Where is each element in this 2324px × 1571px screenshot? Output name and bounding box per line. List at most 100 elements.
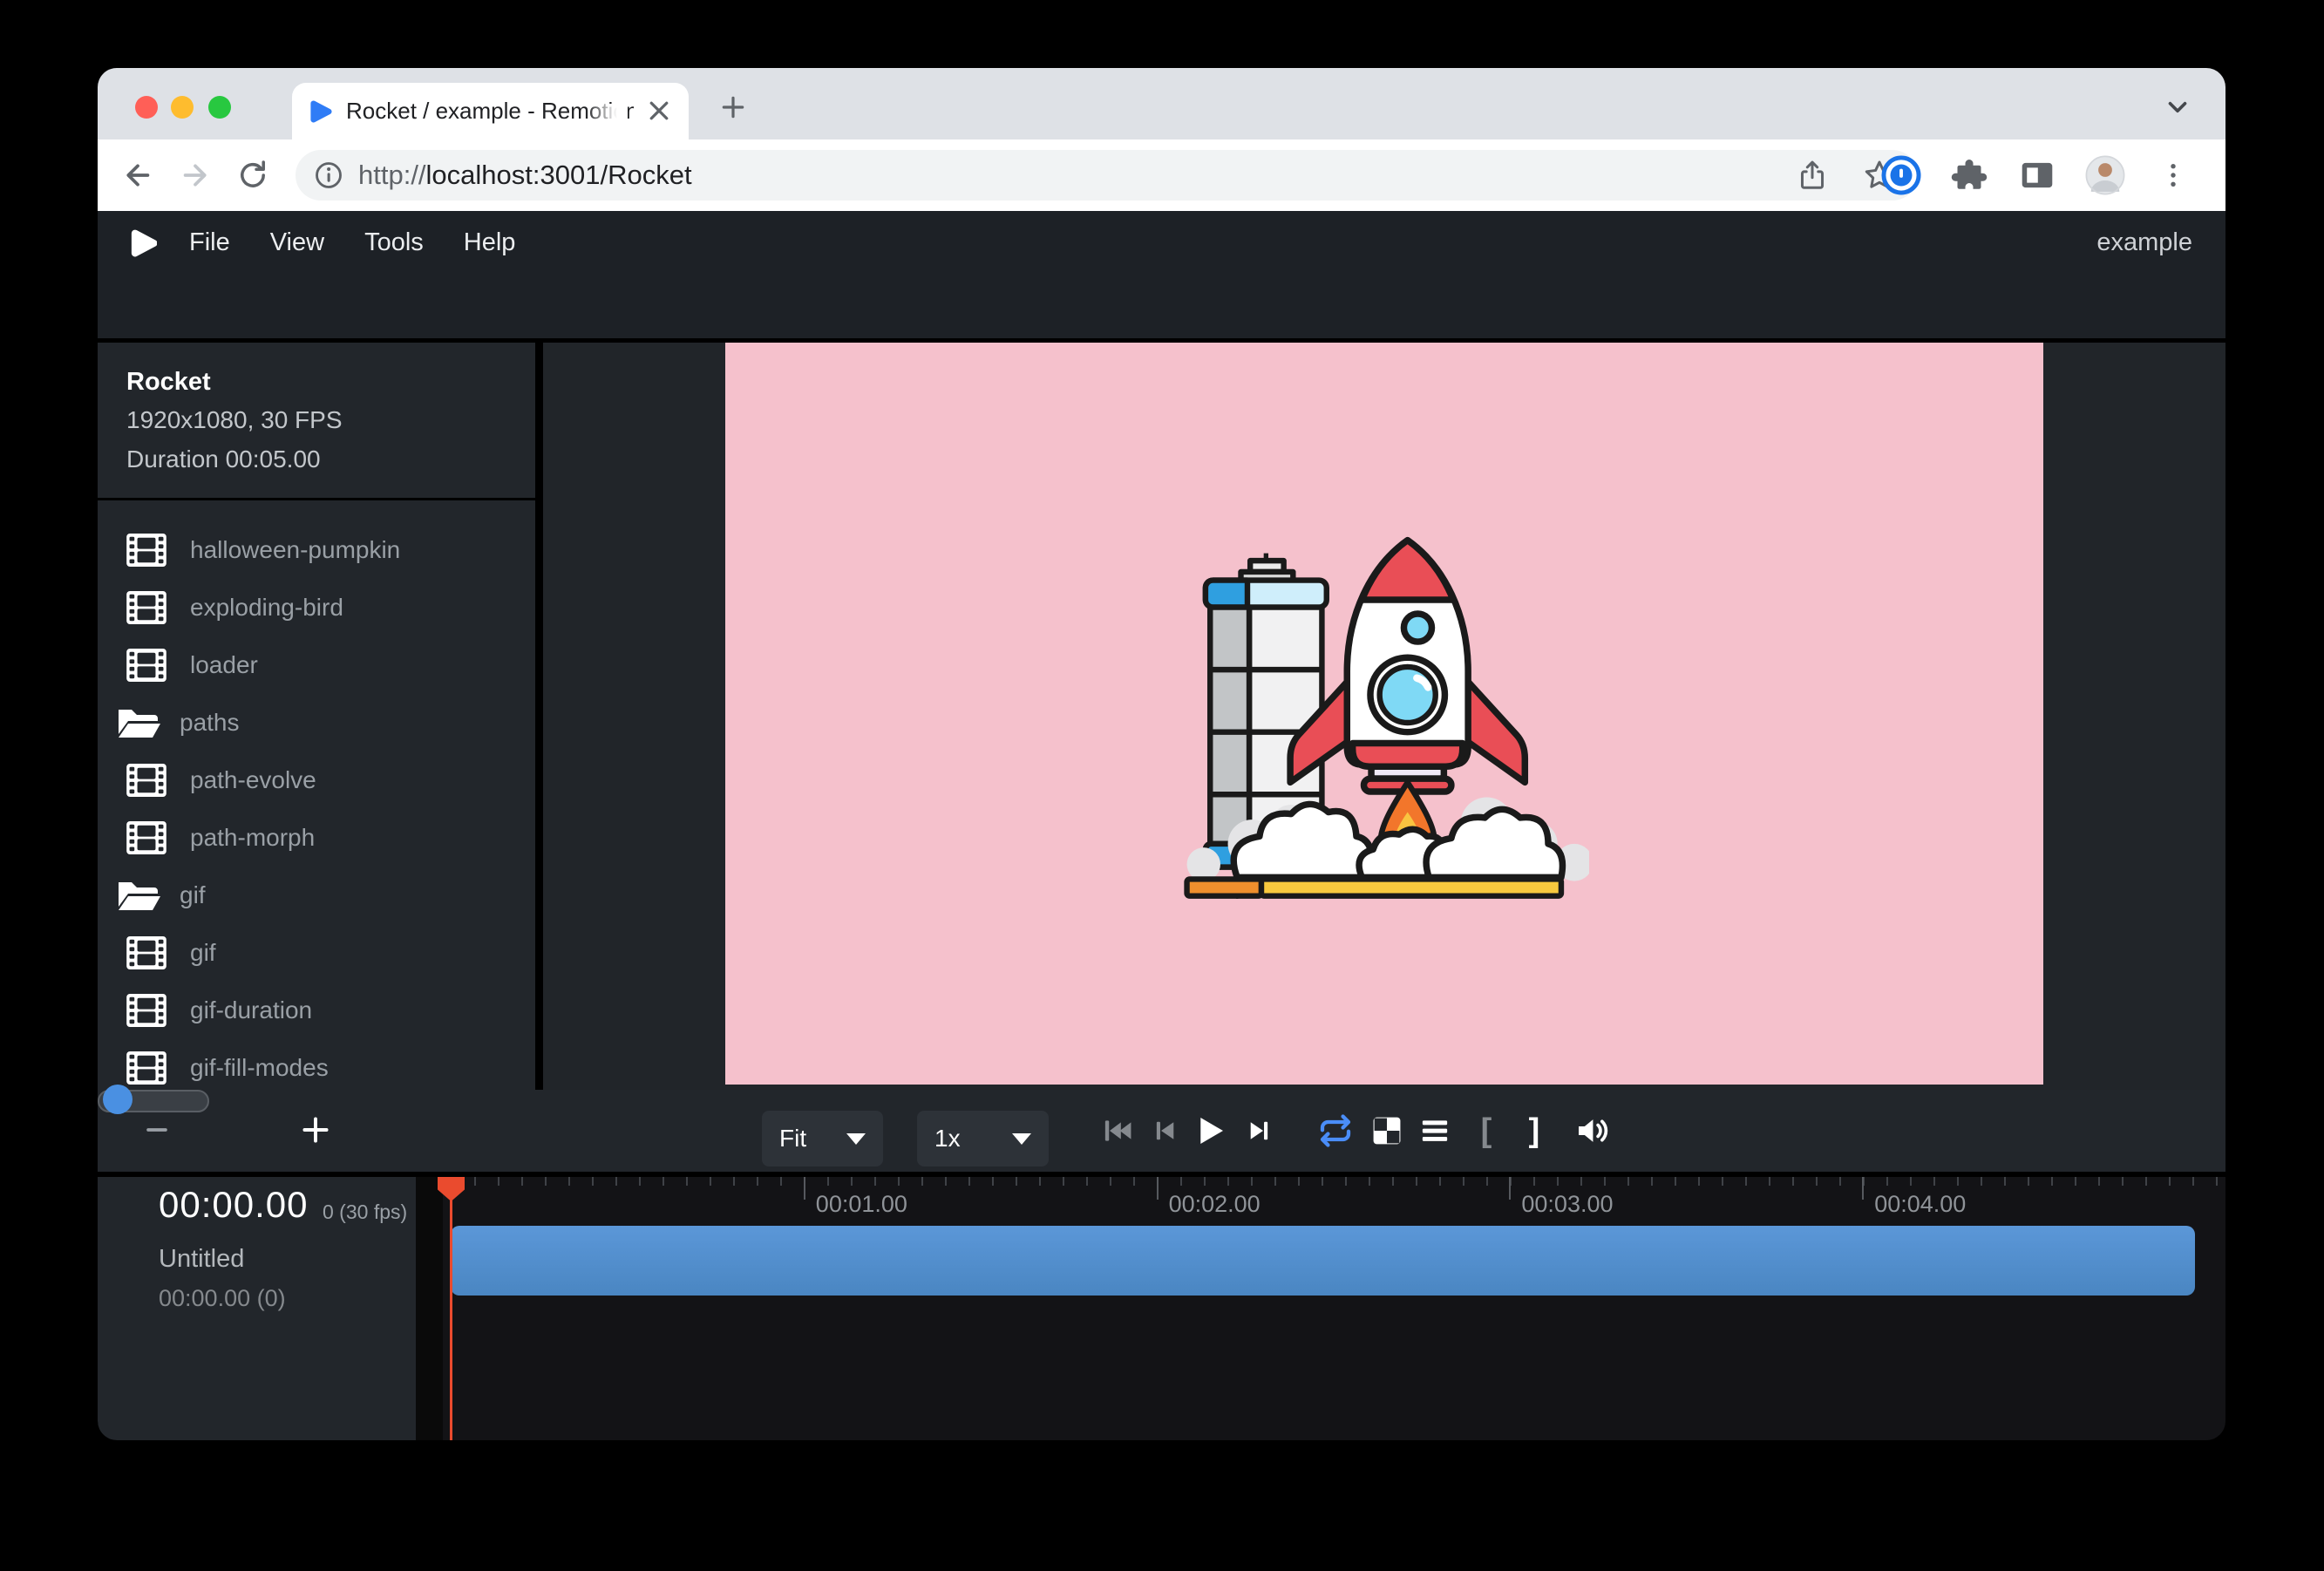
forward-button[interactable] bbox=[171, 151, 220, 200]
play-button[interactable] bbox=[1193, 1113, 1227, 1148]
zoom-in-button[interactable] bbox=[296, 1111, 335, 1149]
page-info-icon[interactable] bbox=[313, 160, 344, 191]
jump-to-start-button[interactable] bbox=[1100, 1113, 1135, 1148]
onepassword-extension-icon[interactable] bbox=[1880, 154, 1922, 196]
composition-label: gif-fill-modes bbox=[190, 1054, 329, 1082]
zoom-out-button[interactable] bbox=[138, 1111, 176, 1149]
sidebar-resize-handle[interactable] bbox=[535, 343, 543, 1090]
browser-tab[interactable]: Rocket / example - Remotion Pr bbox=[292, 83, 689, 139]
film-icon bbox=[126, 821, 166, 854]
rocket-illustration bbox=[1179, 536, 1589, 909]
timeline-ruler[interactable]: 00:01.0000:02.0000:03.0000:04.00 bbox=[443, 1177, 2225, 1224]
composition-label: gif-duration bbox=[190, 996, 312, 1024]
timeline-zoom-slider[interactable] bbox=[98, 1090, 209, 1112]
timeline: 00:00.00 0 (30 fps) Untitled 00:00.00 (0… bbox=[98, 1177, 2225, 1440]
menu-help[interactable]: Help bbox=[444, 211, 536, 275]
composition-duration: Duration 00:05.00 bbox=[126, 439, 535, 479]
loop-toggle-button[interactable] bbox=[1318, 1113, 1353, 1148]
previous-frame-button[interactable] bbox=[1147, 1113, 1182, 1148]
composition-title: Rocket bbox=[126, 364, 535, 400]
composition-label: gif bbox=[180, 881, 206, 909]
composition-label: paths bbox=[180, 709, 240, 737]
tab-close-icon[interactable] bbox=[643, 95, 675, 126]
traffic-light-zoom[interactable] bbox=[208, 96, 231, 119]
track-name[interactable]: Untitled bbox=[159, 1245, 244, 1274]
ruler-second-tick bbox=[1509, 1177, 1511, 1200]
menu-view[interactable]: View bbox=[250, 211, 344, 275]
sidebar-folder-gif[interactable]: gif bbox=[98, 867, 535, 924]
film-icon bbox=[126, 534, 166, 567]
composition-label: path-evolve bbox=[190, 766, 316, 794]
film-icon bbox=[126, 936, 166, 969]
menu-tools[interactable]: Tools bbox=[344, 211, 444, 275]
track-start-label: 00:00.00 (0) bbox=[159, 1285, 286, 1312]
composition-label: gif bbox=[190, 939, 216, 967]
ruler-second-tick bbox=[1862, 1177, 1864, 1200]
zoom-slider-knob[interactable] bbox=[103, 1085, 133, 1114]
chevron-down-icon bbox=[846, 1133, 866, 1145]
sidebar-composition-gif[interactable]: gif bbox=[98, 924, 535, 982]
new-tab-button[interactable] bbox=[718, 92, 748, 122]
film-icon bbox=[126, 764, 166, 797]
ruler-second-tick bbox=[1157, 1177, 1159, 1200]
menu-file[interactable]: File bbox=[169, 211, 250, 275]
transparency-checkerboard-button[interactable] bbox=[1369, 1113, 1404, 1148]
out-point-button[interactable]: ] bbox=[1517, 1113, 1552, 1148]
timeline-track-bar[interactable] bbox=[451, 1226, 2195, 1296]
url-path: localhost:3001/Rocket bbox=[426, 160, 692, 190]
film-icon bbox=[126, 994, 166, 1027]
ruler-second-tick bbox=[804, 1177, 805, 1200]
sidebar-folder-paths[interactable]: paths bbox=[98, 694, 535, 751]
volume-button[interactable] bbox=[1574, 1113, 1609, 1148]
ruler-time-label: 00:03.00 bbox=[1521, 1191, 1613, 1218]
ruler-time-label: 00:01.00 bbox=[816, 1191, 907, 1218]
playback-rate-select[interactable]: 1x bbox=[917, 1111, 1049, 1166]
profile-avatar[interactable] bbox=[2084, 154, 2126, 196]
project-name-label: example bbox=[2096, 228, 2194, 257]
sidebar-composition-halloween-pumpkin[interactable]: halloween-pumpkin bbox=[98, 521, 535, 579]
composition-list: halloween-pumpkin exploding-bird loader … bbox=[98, 500, 535, 1090]
composition-label: halloween-pumpkin bbox=[190, 536, 400, 564]
back-button[interactable] bbox=[113, 151, 162, 200]
composition-label: exploding-bird bbox=[190, 594, 343, 622]
traffic-light-close[interactable] bbox=[135, 96, 158, 119]
film-icon bbox=[126, 1051, 166, 1085]
address-bar[interactable]: http://localhost:3001/Rocket bbox=[296, 150, 1918, 201]
timeline-info-panel: 00:00.00 0 (30 fps) Untitled 00:00.00 (0… bbox=[98, 1177, 416, 1440]
next-frame-button[interactable] bbox=[1242, 1113, 1277, 1148]
reload-button[interactable] bbox=[228, 151, 277, 200]
size-select[interactable]: Fit bbox=[762, 1111, 883, 1166]
folder-open-icon bbox=[116, 878, 161, 913]
video-canvas[interactable] bbox=[725, 343, 2043, 1085]
tab-search-chevron-icon[interactable] bbox=[2162, 92, 2193, 122]
traffic-light-minimize[interactable] bbox=[171, 96, 194, 119]
browser-toolbar: http://localhost:3001/Rocket bbox=[98, 139, 2225, 211]
composition-label: path-morph bbox=[190, 824, 315, 852]
size-select-value: Fit bbox=[779, 1125, 806, 1153]
sidebar-composition-loader[interactable]: loader bbox=[98, 636, 535, 694]
sidebar-composition-gif-duration[interactable]: gif-duration bbox=[98, 982, 535, 1039]
remotion-logo-icon[interactable] bbox=[129, 228, 157, 258]
timeline-rows-button[interactable] bbox=[1417, 1113, 1452, 1148]
in-point-button[interactable]: [ bbox=[1469, 1113, 1504, 1148]
side-panel-icon[interactable] bbox=[2016, 154, 2058, 196]
film-icon bbox=[126, 649, 166, 682]
remotion-favicon-icon bbox=[309, 100, 332, 123]
current-timecode: 00:00.00 bbox=[159, 1184, 309, 1226]
url-scheme: http:// bbox=[358, 160, 426, 190]
playback-rate-value: 1x bbox=[934, 1125, 961, 1153]
sidebar-composition-path-morph[interactable]: path-morph bbox=[98, 809, 535, 867]
extensions-puzzle-icon[interactable] bbox=[1948, 154, 1990, 196]
sidebar-composition-path-evolve[interactable]: path-evolve bbox=[98, 751, 535, 809]
share-icon[interactable] bbox=[1796, 159, 1829, 192]
preview-area bbox=[543, 343, 2225, 1090]
film-icon bbox=[126, 591, 166, 624]
sidebar-composition-gif-fill-modes[interactable]: gif-fill-modes bbox=[98, 1039, 535, 1090]
playhead-line[interactable] bbox=[450, 1177, 452, 1440]
url-text[interactable]: http://localhost:3001/Rocket bbox=[358, 160, 692, 191]
browser-menu-kebab-icon[interactable] bbox=[2152, 154, 2194, 196]
current-frame-label: 0 (30 fps) bbox=[323, 1200, 407, 1224]
ruler-time-label: 00:02.00 bbox=[1169, 1191, 1261, 1218]
sidebar-composition-exploding-bird[interactable]: exploding-bird bbox=[98, 579, 535, 636]
timeline-tracks[interactable]: 00:01.0000:02.0000:03.0000:04.00 bbox=[443, 1177, 2225, 1440]
